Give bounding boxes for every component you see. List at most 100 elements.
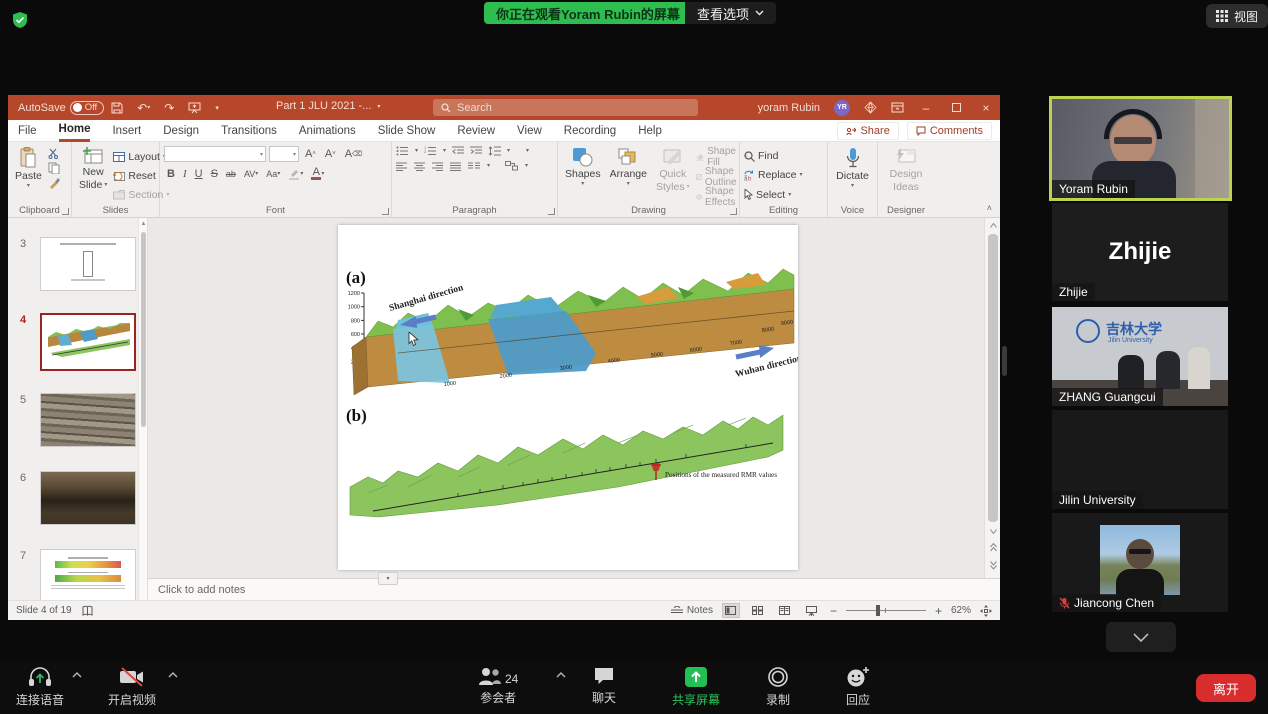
paragraph-dialog-launcher[interactable] xyxy=(548,208,555,215)
audio-options-chevron[interactable] xyxy=(72,672,82,678)
align-left-button[interactable] xyxy=(396,162,407,171)
zoom-out-button[interactable]: − xyxy=(830,604,837,618)
participant-tile-jilin-university[interactable]: Jilin University xyxy=(1052,410,1228,509)
slide-thumbnail-3[interactable] xyxy=(40,237,136,291)
format-painter-icon[interactable] xyxy=(48,177,61,189)
align-center-button[interactable] xyxy=(414,162,425,171)
slide-vertical-scrollbar[interactable] xyxy=(984,218,1000,578)
shrink-font-button[interactable]: A˅ xyxy=(322,146,339,162)
comments-button[interactable]: Comments xyxy=(907,122,992,140)
drawing-dialog-launcher[interactable] xyxy=(730,208,737,215)
collapse-ribbon-icon[interactable]: ˄ xyxy=(987,203,992,213)
notes-toggle-button[interactable]: Notes xyxy=(671,605,713,616)
arrange-button[interactable]: Arrange ▾ xyxy=(607,146,650,203)
participants-collapse-button[interactable] xyxy=(1106,622,1176,652)
tab-design[interactable]: Design xyxy=(163,120,199,142)
columns-button[interactable] xyxy=(468,162,480,171)
align-right-button[interactable] xyxy=(432,162,443,171)
zoom-in-button[interactable]: + xyxy=(935,604,942,618)
start-slideshow-icon[interactable] xyxy=(188,102,201,114)
design-ideas-button[interactable]: Design Ideas xyxy=(887,146,926,203)
accessibility-icon[interactable] xyxy=(82,605,93,617)
slide-canvas[interactable]: (a) 1200 1000 800 600 400 200 0 xyxy=(338,225,798,570)
tab-recording[interactable]: Recording xyxy=(564,120,616,142)
underline-button[interactable]: U xyxy=(192,166,206,182)
zoom-slider[interactable] xyxy=(846,610,926,611)
join-audio-button[interactable]: 连接语音 xyxy=(16,666,64,708)
scrollbar-thumb[interactable] xyxy=(988,234,998,522)
justify-button[interactable] xyxy=(450,162,461,171)
tab-home[interactable]: Home xyxy=(59,120,91,142)
slide-thumbnail-5[interactable] xyxy=(40,393,136,447)
slideshow-view-button[interactable] xyxy=(803,603,821,618)
thumbnail-scroll-up-icon[interactable]: ▲ xyxy=(139,218,148,230)
font-name-combo[interactable]: ▾ xyxy=(164,146,266,162)
reactions-button[interactable]: 回应 xyxy=(846,666,870,708)
scroll-up-icon[interactable] xyxy=(985,218,1001,232)
zoom-slider-thumb[interactable] xyxy=(876,605,880,616)
view-layout-button[interactable]: 视图 xyxy=(1206,4,1268,28)
participant-tile-zhijie[interactable]: Zhijie Zhijie xyxy=(1052,203,1228,301)
bullets-button[interactable] xyxy=(396,146,409,156)
thumbnail-scrollbar[interactable]: ▲ xyxy=(138,218,147,600)
video-options-chevron[interactable] xyxy=(168,672,178,678)
notes-pane[interactable]: ▾ Click to add notes xyxy=(148,578,1000,600)
restore-button[interactable] xyxy=(948,101,964,115)
slide-thumbnail-4[interactable] xyxy=(40,313,136,371)
replace-button[interactable]: baReplace▾ xyxy=(744,167,823,183)
new-slide-button[interactable]: New Slide▾ xyxy=(76,146,110,203)
account-name[interactable]: yoram Rubin xyxy=(758,102,820,114)
minimize-button[interactable]: – xyxy=(918,101,934,115)
view-options-button[interactable]: 查看选项 xyxy=(685,2,776,24)
tab-animations[interactable]: Animations xyxy=(299,120,356,142)
search-box[interactable] xyxy=(433,99,698,116)
italic-button[interactable]: I xyxy=(180,166,190,182)
record-button[interactable]: 录制 xyxy=(766,666,790,708)
next-slide-button[interactable] xyxy=(985,558,1001,572)
save-icon[interactable] xyxy=(111,102,123,114)
search-input[interactable] xyxy=(457,102,657,114)
decrease-indent-button[interactable] xyxy=(452,146,464,156)
slide-sorter-view-button[interactable] xyxy=(749,603,767,618)
tab-file[interactable]: File xyxy=(18,120,37,142)
shapes-button[interactable]: Shapes ▾ xyxy=(562,146,604,203)
scroll-down-icon[interactable] xyxy=(985,524,1001,538)
previous-slide-button[interactable] xyxy=(985,540,1001,554)
chat-button[interactable]: 聊天 xyxy=(592,666,616,706)
copy-icon[interactable] xyxy=(48,162,61,174)
ribbon-display-options-icon[interactable] xyxy=(891,102,904,113)
participants-options-chevron[interactable] xyxy=(556,672,566,678)
numbering-button[interactable]: 12 xyxy=(424,146,437,156)
thumbnail-scrollbar-thumb[interactable] xyxy=(141,232,146,427)
subscript-button[interactable]: ab xyxy=(223,166,239,182)
clipboard-dialog-launcher[interactable] xyxy=(62,208,69,215)
tab-review[interactable]: Review xyxy=(457,120,495,142)
change-case-button[interactable]: Aa▾ xyxy=(263,166,283,182)
font-dialog-launcher[interactable] xyxy=(382,208,389,215)
close-button[interactable]: × xyxy=(978,101,994,115)
tab-view[interactable]: View xyxy=(517,120,542,142)
font-size-combo[interactable]: ▾ xyxy=(269,146,299,162)
participant-tile-zhang-guangcui[interactable]: 吉林大学 Jilin University ZHANG Guangcui xyxy=(1052,307,1228,406)
select-button[interactable]: Select▾ xyxy=(744,187,823,203)
increase-indent-button[interactable] xyxy=(470,146,482,156)
slide-thumbnail-6[interactable] xyxy=(40,471,136,525)
cut-icon[interactable] xyxy=(48,148,61,159)
redo-icon[interactable]: ↷ xyxy=(164,101,174,115)
quick-access-more-icon[interactable]: ▾ xyxy=(215,104,219,112)
designer-diamond-icon[interactable] xyxy=(864,101,877,114)
document-title[interactable]: Part 1 JLU 2021 -... ▾ xyxy=(276,100,380,112)
tab-insert[interactable]: Insert xyxy=(112,120,141,142)
tab-slideshow[interactable]: Slide Show xyxy=(378,120,436,142)
meeting-security-shield-icon[interactable] xyxy=(11,11,29,29)
participant-tile-yoram-rubin[interactable]: Yoram Rubin xyxy=(1049,96,1232,201)
panel-splitter-handle[interactable] xyxy=(1002,346,1007,376)
share-screen-button[interactable]: 共享屏幕 xyxy=(672,666,720,708)
convert-smartart-button[interactable] xyxy=(505,161,518,171)
leave-me eting-button[interactable]: 离开 xyxy=(1196,674,1256,702)
normal-view-button[interactable] xyxy=(722,603,740,618)
bold-button[interactable]: B xyxy=(164,166,178,182)
zoom-percent[interactable]: 62% xyxy=(951,605,971,616)
start-video-button[interactable]: 开启视频 xyxy=(108,666,156,708)
strikethrough-button[interactable]: S xyxy=(208,166,221,182)
